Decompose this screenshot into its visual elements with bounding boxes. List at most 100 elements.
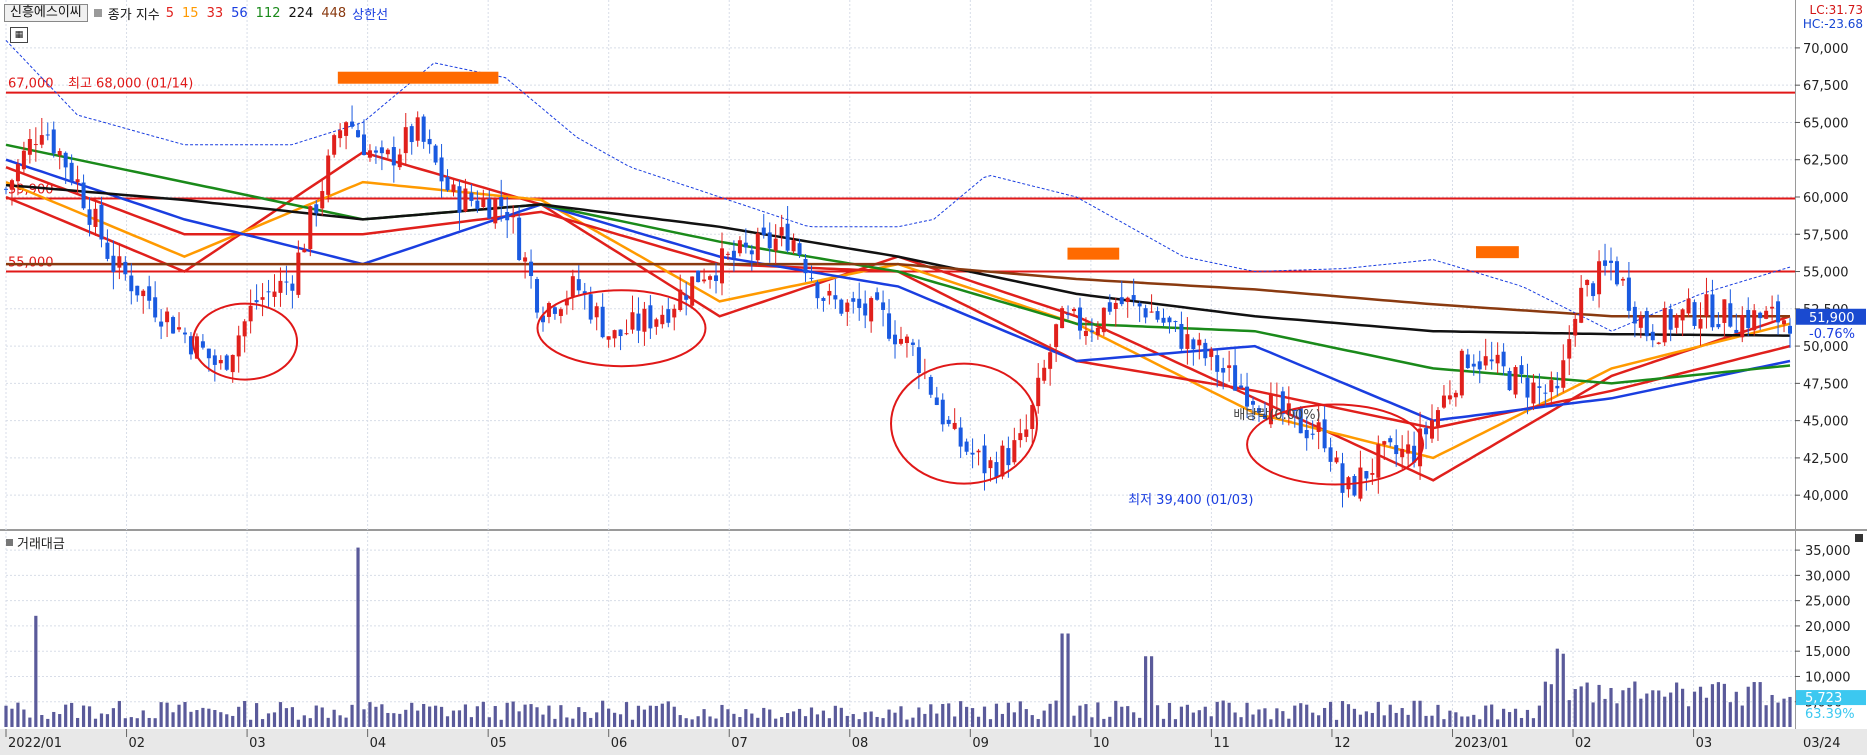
current-price-label: 51,900 [1809,311,1855,326]
ma-legend-item[interactable]: 33 [207,6,224,21]
candle-body [630,312,635,330]
volume-bar [302,715,306,727]
candle-body [636,313,641,331]
price-tick-label: 50,000 [1803,340,1849,355]
candle-body [296,252,301,295]
candle-body [1543,392,1548,394]
candle-body [1680,309,1685,321]
candle-body [666,309,671,323]
square-icon [93,9,102,17]
candle-body [105,242,110,259]
candle-body [821,298,826,301]
candle-body [9,180,14,190]
volume-panel-header: 거래대금 [6,533,65,552]
candle-body [1734,329,1739,334]
volume-bar [219,712,223,727]
ma-line-33 [5,166,1791,430]
volume-bar [965,706,969,727]
volume-bar [774,718,778,727]
volume-bar [1603,698,1607,727]
volume-bar [1567,700,1571,727]
ma-legend-item[interactable]: 112 [256,6,281,21]
candle-body [898,338,903,344]
volume-tick-label: 15,000 [1805,645,1851,660]
volume-bar [1227,702,1231,727]
panel-divider [0,529,1867,531]
volume-bar [249,719,253,727]
ma-legend-item[interactable]: 5 [166,6,174,21]
candle-body [529,261,534,277]
volume-bar [481,701,485,727]
candle-body [1131,295,1136,300]
candle-body [1155,311,1160,320]
volume-bar [165,702,169,727]
ma-legend-item[interactable]: 224 [289,6,314,21]
candle-body [1227,365,1232,368]
volume-bar [1317,715,1321,727]
volume-bar [243,700,247,727]
candle-body [1125,297,1130,303]
volume-bar [1012,712,1016,727]
candle-body [1113,302,1118,309]
candle-body [1585,279,1590,286]
square-icon [6,539,13,546]
volume-bar [260,719,265,727]
volume-bar [1269,719,1273,727]
volume-bar [1555,648,1559,727]
volume-bar [702,709,706,727]
ma-legend-item[interactable]: 56 [231,6,248,21]
candle-body [212,355,217,365]
volume-bar [839,707,843,727]
volume-bar [982,706,987,727]
ma-legend-item[interactable]: 15 [182,6,199,21]
volume-bar [1281,711,1285,727]
volume-bar [1430,715,1434,727]
volume-bar [1293,705,1297,727]
volume-bar [1519,717,1524,727]
calculator-icon[interactable]: ▦ [10,27,28,43]
volume-bar [929,704,933,727]
volume-bar [410,702,414,727]
volume-bar [1364,711,1368,727]
volume-tick-label: 25,000 [1805,595,1851,610]
volume-bar [1334,719,1339,727]
volume-bar [1621,690,1625,727]
chart-header: 신흥에스이씨 종가 지수 5 15 33 56 112 224 448 상한선 [4,4,388,23]
volume-bar [368,702,372,727]
stock-name-box[interactable]: 신흥에스이씨 [4,4,88,22]
volume-bar [1060,633,1064,727]
candle-body [302,249,307,253]
volume-bar [1138,717,1142,727]
candle-body [1447,395,1452,400]
candle-body [970,452,975,455]
volume-bar [654,705,658,727]
volume-bar [947,703,951,727]
candle-body [809,277,814,279]
volume-bar [612,712,617,727]
volume-bar [1370,712,1374,727]
candle-body [1101,307,1106,333]
volume-bar [684,718,688,727]
candle-body [761,227,766,235]
pattern-circle [536,289,707,368]
candle-body [1048,352,1053,369]
candle-body [242,321,247,337]
ma-legend-item[interactable]: 448 [321,6,346,21]
volume-bar [1340,701,1345,727]
panel-close-icon[interactable] [1855,534,1863,542]
volume-bar [1716,682,1721,727]
volume-bar [445,716,450,727]
volume-bar [1704,697,1709,727]
candle-body [1179,323,1184,349]
candle-body [1370,473,1375,475]
volume-bar [857,719,861,727]
volume-bar [1788,696,1792,727]
volume-bar [147,717,151,727]
volume-bar [696,716,700,727]
candle-body [1406,444,1411,454]
candle-body [714,275,719,282]
volume-bar [1627,687,1631,727]
candle-body [1060,308,1065,329]
candle-body [1316,422,1321,432]
volume-bar [1299,703,1303,727]
